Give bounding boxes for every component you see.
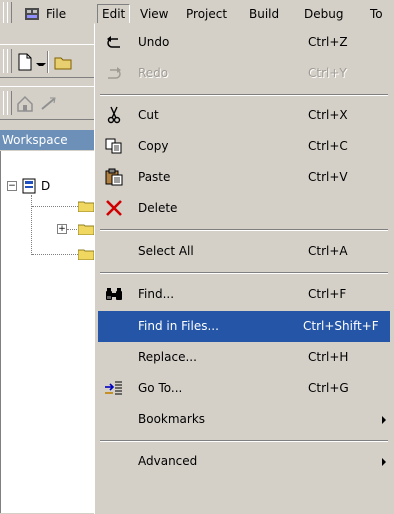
tree-line (32, 206, 82, 207)
folder-icon[interactable] (78, 223, 94, 235)
menu-build-label: Build (249, 7, 280, 21)
menu-item-label: Go To... (138, 381, 183, 395)
menu-item-shortcut: Ctrl+Shift+F (303, 319, 379, 333)
app-system-icon[interactable] (24, 7, 40, 21)
menu-item-shortcut: Ctrl+V (308, 170, 348, 184)
menu-item-label: Replace... (138, 350, 197, 364)
folder-icon[interactable] (78, 200, 94, 212)
menu-edit-label: Edit (102, 7, 126, 21)
menu-item-go-to[interactable]: Go To... Ctrl+G (98, 373, 390, 404)
menu-item-label: Delete (138, 201, 178, 215)
menu-item-label: Undo (138, 35, 170, 49)
tree-collapse-icon[interactable]: − (7, 181, 17, 191)
delete-x-icon (106, 200, 122, 216)
menu-file[interactable]: File (42, 5, 70, 23)
toolbar2-grip-2 (7, 91, 12, 115)
menu-edit[interactable]: Edit (97, 4, 131, 25)
toolbar-grip-2 (7, 49, 12, 73)
submenu-arrow-icon (382, 458, 386, 466)
menu-item-find-in-files[interactable]: Find in Files... Ctrl+Shift+F (98, 311, 390, 342)
menu-view[interactable]: View (136, 5, 172, 23)
menu-debug-label: Debug (304, 7, 344, 21)
menu-item-redo[interactable]: Redo Ctrl+Y (98, 58, 390, 89)
menu-separator (100, 272, 388, 274)
menu-item-copy[interactable]: Copy Ctrl+C (98, 131, 390, 162)
menu-item-label: Copy (138, 139, 169, 153)
menu-item-select-all[interactable]: Select All Ctrl+A (98, 236, 390, 267)
menubar-grip-2 (7, 2, 12, 23)
menu-item-label: Find... (138, 287, 175, 301)
menu-item-shortcut: Ctrl+Y (308, 66, 347, 80)
menu-item-shortcut: Ctrl+F (308, 287, 347, 301)
workspace-pane: − D + (0, 151, 94, 513)
menu-separator (100, 229, 388, 231)
menu-item-label: Paste (138, 170, 171, 184)
edit-menu-dropdown: Undo Ctrl+Z Redo Ctrl+Y Cut Ctrl+X Copy … (94, 23, 394, 514)
tree-expand-icon[interactable]: + (57, 224, 67, 234)
menu-debug[interactable]: Debug (300, 5, 347, 23)
menu-file-label: File (46, 7, 67, 21)
copy-icon (105, 138, 122, 154)
wizard-bar-icon[interactable] (40, 95, 58, 113)
menu-item-undo[interactable]: Undo Ctrl+Z (98, 27, 390, 58)
menu-item-delete[interactable]: Delete (98, 193, 390, 224)
menu-item-label: Select All (138, 244, 194, 258)
menu-project[interactable]: Project (182, 5, 231, 23)
menu-build[interactable]: Build (245, 5, 283, 23)
menu-item-shortcut: Ctrl+C (308, 139, 348, 153)
menu-item-label: Redo (138, 66, 169, 80)
redo-icon (108, 67, 121, 79)
menu-item-shortcut: Ctrl+H (308, 350, 349, 364)
menu-item-label: Advanced (138, 454, 198, 468)
menu-tools-label: To (370, 7, 383, 21)
menu-item-advanced[interactable]: Advanced (98, 446, 390, 477)
menu-project-label: Project (186, 7, 228, 21)
menu-item-label: Find in Files... (138, 319, 219, 333)
tree-line (31, 195, 32, 255)
menu-item-bookmarks[interactable]: Bookmarks (98, 404, 390, 435)
toolbar-separator (47, 51, 49, 73)
menu-item-cut[interactable]: Cut Ctrl+X (98, 100, 390, 131)
open-folder-icon[interactable] (54, 53, 72, 71)
scissors-icon (107, 106, 121, 124)
menu-item-replace[interactable]: Replace... Ctrl+H (98, 342, 390, 373)
menu-item-label: Bookmarks (138, 412, 206, 426)
menu-tools[interactable]: To (366, 5, 387, 23)
workspace-title: Workspace (0, 130, 98, 150)
goto-icon (105, 381, 122, 395)
workspace-root-label[interactable]: D (41, 177, 50, 195)
class-wizard-icon[interactable] (16, 95, 34, 113)
paste-icon (105, 168, 123, 186)
menu-item-shortcut: Ctrl+G (308, 381, 349, 395)
menu-item-label: Cut (138, 108, 159, 122)
standard-toolbar (0, 44, 96, 78)
secondary-toolbar (0, 86, 96, 120)
menu-separator (100, 94, 388, 96)
new-dropdown-icon[interactable] (36, 63, 46, 70)
menu-item-paste[interactable]: Paste Ctrl+V (98, 162, 390, 193)
new-file-icon[interactable] (16, 53, 34, 71)
menu-item-find[interactable]: Find... Ctrl+F (98, 279, 390, 310)
folder-icon[interactable] (78, 248, 94, 260)
binoculars-icon (106, 288, 122, 300)
menu-view-label: View (140, 7, 169, 21)
tree-line (32, 254, 82, 255)
undo-icon (107, 36, 120, 48)
submenu-arrow-icon (382, 416, 386, 424)
menu-separator (100, 440, 388, 442)
workspace-root-icon (22, 178, 36, 194)
menu-item-shortcut: Ctrl+A (308, 244, 348, 258)
menu-item-shortcut: Ctrl+X (308, 108, 348, 122)
menu-item-shortcut: Ctrl+Z (308, 35, 348, 49)
